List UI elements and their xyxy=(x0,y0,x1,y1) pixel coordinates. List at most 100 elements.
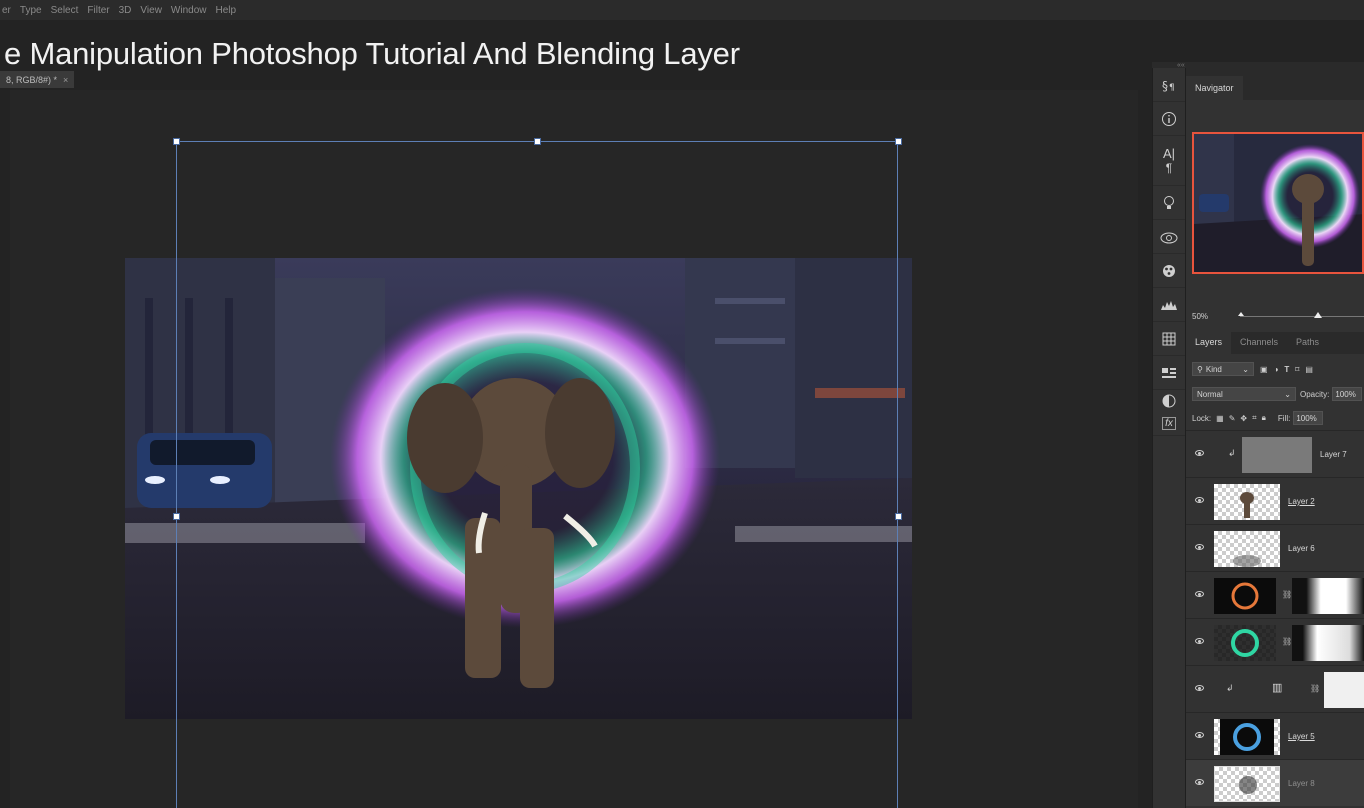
tab-navigator[interactable]: Navigator xyxy=(1186,76,1243,100)
clipping-arrow-icon: ↲ xyxy=(1226,683,1234,693)
layer-row[interactable]: ↲ ▥ ⛓︎ xyxy=(1186,665,1364,712)
layer-row[interactable]: Layer 6 xyxy=(1186,524,1364,571)
document-tab[interactable]: 8, RGB/8#) * × xyxy=(0,71,75,88)
fill-input[interactable]: 100% xyxy=(1293,411,1324,425)
zoom-level[interactable]: 50% xyxy=(1192,312,1208,321)
menu-item-select[interactable]: Select xyxy=(51,5,79,16)
layer-row[interactable]: Layer 2 xyxy=(1186,477,1364,524)
transform-handle-middle-right[interactable] xyxy=(895,513,902,520)
svg-text:¶: ¶ xyxy=(1169,83,1175,93)
creative-cloud-icon[interactable] xyxy=(1153,220,1185,254)
close-tab-icon[interactable]: × xyxy=(63,75,68,85)
paragraph-styles-icon[interactable]: § ¶ xyxy=(1153,68,1185,102)
tab-channels[interactable]: Channels xyxy=(1231,330,1287,354)
menu-item-3d[interactable]: 3D xyxy=(119,5,132,16)
layer-thumbnail xyxy=(1242,437,1312,473)
tab-layers[interactable]: Layers xyxy=(1186,330,1232,354)
clipping-arrow-icon: ↲ xyxy=(1228,448,1236,458)
lightbulb-icon[interactable] xyxy=(1153,186,1185,220)
color-icon[interactable] xyxy=(1153,254,1185,288)
layer-mask-thumbnail[interactable] xyxy=(1292,578,1364,614)
properties-icon[interactable] xyxy=(1153,356,1185,390)
visibility-eye-icon[interactable] xyxy=(1194,448,1204,458)
lock-position-icon[interactable]: ✥ xyxy=(1240,414,1247,423)
blend-mode-value: Normal xyxy=(1197,389,1223,399)
levels-adjustment-icon: ▥ xyxy=(1272,682,1283,694)
zoom-slider[interactable] xyxy=(1240,316,1364,317)
fx-icon[interactable]: fx xyxy=(1153,412,1185,436)
layer-thumbnail xyxy=(1214,578,1276,614)
layer-row-selected[interactable]: Layer 8 xyxy=(1186,759,1364,806)
mask-link-icon[interactable]: ⛓︎ xyxy=(1310,684,1320,693)
filter-adjustment-icon[interactable]: ◑ xyxy=(1274,365,1279,374)
layer-row[interactable]: ⛓︎ xyxy=(1186,571,1364,618)
transform-handle-top-center[interactable] xyxy=(534,138,541,145)
menu-item-view[interactable]: View xyxy=(140,5,162,16)
menu-item-type[interactable]: Type xyxy=(20,5,42,16)
adjust-icon[interactable] xyxy=(1153,390,1185,412)
svg-text:§: § xyxy=(1162,79,1168,93)
layer-name: Layer 8 xyxy=(1288,779,1315,788)
menu-item-window[interactable]: Window xyxy=(171,5,207,16)
mask-link-icon[interactable]: ⛓︎ xyxy=(1282,590,1292,599)
filter-shape-icon[interactable]: ⌑ xyxy=(1295,365,1299,374)
visibility-eye-icon[interactable] xyxy=(1194,683,1204,693)
layer-thumbnail xyxy=(1214,625,1276,661)
filter-smart-object-icon[interactable]: ▤ xyxy=(1305,365,1313,374)
video-title-overlay: e Manipulation Photoshop Tutorial And Bl… xyxy=(4,36,740,71)
menu-item-filter[interactable]: Filter xyxy=(87,5,109,16)
lock-image-icon[interactable]: ✎ xyxy=(1229,414,1236,423)
opacity-value: 100% xyxy=(1335,389,1356,399)
filter-kind-value: Kind xyxy=(1205,364,1222,374)
visibility-eye-icon[interactable] xyxy=(1194,589,1204,599)
layer-mask-thumbnail[interactable] xyxy=(1324,672,1364,708)
lock-artboard-icon[interactable]: ⌗ xyxy=(1252,413,1257,423)
visibility-eye-icon[interactable] xyxy=(1194,542,1204,552)
layer-thumbnail xyxy=(1214,531,1280,567)
tab-paths[interactable]: Paths xyxy=(1287,330,1328,354)
filter-type-icon[interactable]: T xyxy=(1284,365,1289,374)
layer-row[interactable]: Layer 5 xyxy=(1186,712,1364,759)
blend-mode-select[interactable]: Normal ⌄ xyxy=(1192,387,1296,401)
layer-filter-row: ⚲ Kind ⌄ ▣ ◑ T ⌑ ▤ xyxy=(1186,360,1364,378)
chevron-down-icon: ⌄ xyxy=(1284,389,1291,399)
transform-handle-top-left[interactable] xyxy=(173,138,180,145)
fill-value: 100% xyxy=(1296,413,1317,423)
lock-row: Lock: ▦ ✎ ✥ ⌗ 🔒︎ Fill: 100% xyxy=(1186,410,1364,426)
chevron-down-icon: ⌄ xyxy=(1242,364,1249,374)
photoshop-window: er Type Select Filter 3D View Window Hel… xyxy=(0,0,1364,808)
menu-item-layer[interactable]: er xyxy=(2,5,11,16)
filter-pixel-icon[interactable]: ▣ xyxy=(1260,365,1268,374)
layer-row[interactable]: ⛓︎ xyxy=(1186,618,1364,665)
transform-handle-top-right[interactable] xyxy=(895,138,902,145)
lock-label: Lock: xyxy=(1192,413,1212,423)
opacity-input[interactable]: 100% xyxy=(1332,387,1363,401)
visibility-eye-icon[interactable] xyxy=(1194,495,1204,505)
histogram-icon[interactable] xyxy=(1153,288,1185,322)
swatches-grid-icon[interactable] xyxy=(1153,322,1185,356)
character-icon[interactable]: A| ¶ xyxy=(1153,136,1185,186)
info-icon[interactable] xyxy=(1153,102,1185,136)
navigator-preview[interactable] xyxy=(1192,132,1364,274)
visibility-eye-icon[interactable] xyxy=(1194,730,1204,740)
zoom-slider-handle[interactable] xyxy=(1314,312,1322,318)
visibility-eye-icon[interactable] xyxy=(1194,636,1204,646)
layer-name: Layer 6 xyxy=(1288,544,1315,553)
visibility-eye-icon[interactable] xyxy=(1194,777,1204,787)
layer-row[interactable]: ↲ Layer 7 xyxy=(1186,430,1364,477)
lock-transparent-icon[interactable]: ▦ xyxy=(1216,414,1224,423)
transform-handle-middle-left[interactable] xyxy=(173,513,180,520)
document-tab-label: 8, RGB/8#) * xyxy=(6,74,58,85)
menu-bar: er Type Select Filter 3D View Window Hel… xyxy=(0,0,1364,20)
layer-thumbnail xyxy=(1214,719,1280,755)
mask-link-icon[interactable]: ⛓︎ xyxy=(1282,637,1292,646)
menu-item-help[interactable]: Help xyxy=(216,5,237,16)
layer-name: Layer 5 xyxy=(1288,732,1315,741)
layer-mask-thumbnail[interactable] xyxy=(1292,625,1364,661)
lock-all-icon[interactable]: 🔒︎ xyxy=(1262,413,1266,423)
search-icon: ⚲ xyxy=(1197,364,1203,374)
document-artwork[interactable] xyxy=(125,258,912,719)
filter-kind-select[interactable]: ⚲ Kind ⌄ xyxy=(1192,362,1254,376)
fill-label: Fill: xyxy=(1277,413,1291,423)
panel-icon-bar: § ¶ A| ¶ fx xyxy=(1152,68,1186,808)
